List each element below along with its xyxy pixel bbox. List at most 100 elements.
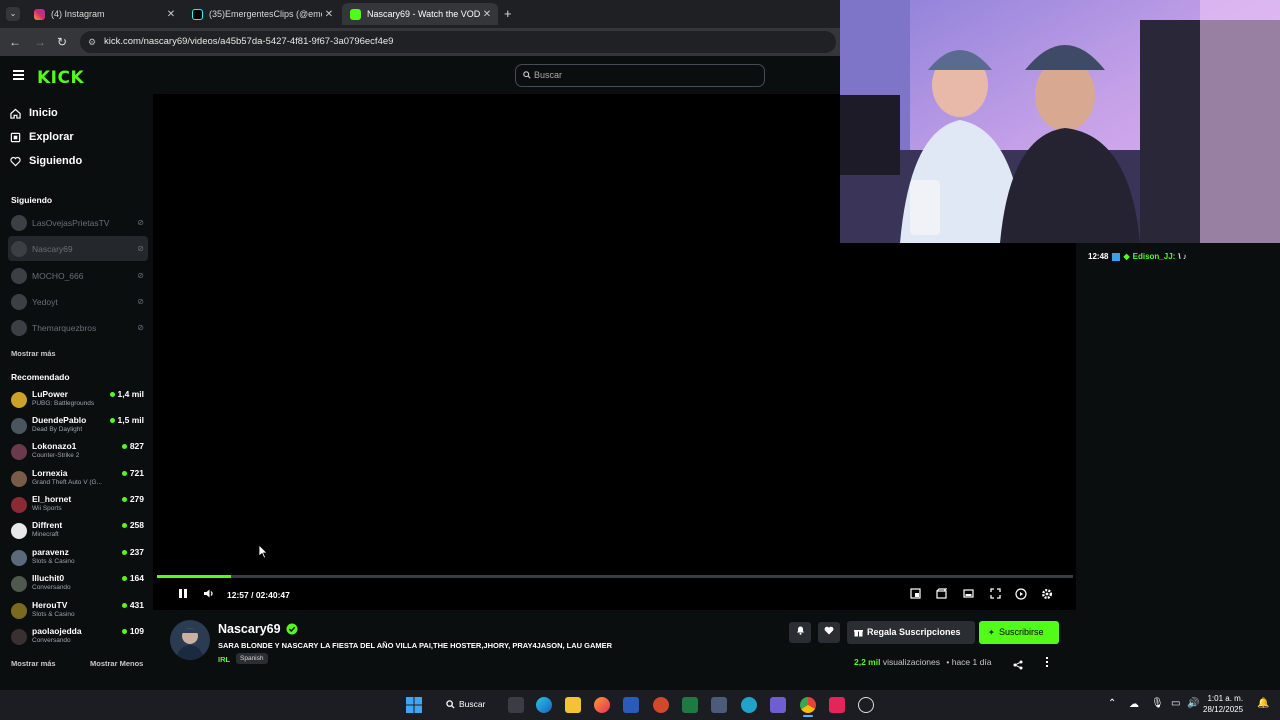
recommended-item[interactable]: paolaojedda Conversando 109 (8, 625, 148, 651)
recommended-item[interactable]: Diffrent Minecraft 258 (8, 519, 148, 545)
close-tab-icon[interactable]: ✕ (164, 9, 178, 20)
show-more-recommended-button[interactable]: Mostrar más (11, 659, 56, 668)
show-more-following-button[interactable]: Mostrar más (11, 349, 56, 358)
video-age: • hace 1 día (946, 657, 992, 667)
following-item[interactable]: Nascary69 ⊘ (8, 236, 148, 261)
viewer-count: 258 (121, 520, 144, 530)
live-dot-icon (121, 602, 127, 608)
notification-icon[interactable]: 🔔 (1257, 698, 1269, 709)
share-icon[interactable] (1013, 657, 1023, 675)
more-options-icon[interactable] (1045, 657, 1049, 667)
canva-icon[interactable] (741, 697, 757, 713)
reload-icon[interactable]: ↻ (54, 34, 70, 50)
microphone-icon[interactable]: 🎙 (1151, 698, 1164, 709)
avatar (11, 471, 27, 487)
sidebar-nav-siguiendo[interactable]: Siguiendo (10, 155, 82, 167)
following-item[interactable]: Themarquezbros ⊘ (8, 315, 148, 340)
pause-icon[interactable] (176, 588, 190, 602)
system-clock[interactable]: 1:01 a. m. 28/12/2025 (1203, 693, 1243, 715)
forward-arrow-icon[interactable]: → (32, 34, 48, 50)
browser-tab-instagram[interactable]: (4) Instagram ✕ (26, 3, 182, 25)
fullscreen-icon[interactable] (988, 588, 1002, 602)
back-arrow-icon[interactable]: ← (7, 34, 23, 50)
file-explorer-icon[interactable] (565, 697, 581, 713)
recommended-item[interactable]: DuendePablo Dead By Daylight 1,5 mil (8, 414, 148, 440)
gift-subscriptions-button[interactable]: Regala Suscripciones (847, 621, 975, 644)
site-info-icon[interactable]: ⚙ (88, 31, 96, 53)
edge-browser-icon[interactable] (536, 697, 552, 713)
mini-player-icon[interactable] (908, 588, 922, 602)
avatar (11, 629, 27, 645)
view-label: visualizaciones (882, 657, 941, 667)
menu-icon[interactable] (13, 70, 24, 80)
network-icon[interactable]: ▭ (1171, 698, 1180, 709)
show-less-recommended-button[interactable]: Mostrar Menos (90, 659, 143, 668)
recommended-item[interactable]: LuPower PUBG: Battlegrounds 1,4 mil (8, 388, 148, 414)
browser-tab-kick[interactable]: Nascary69 - Watch the VOD on ✕ (342, 3, 498, 25)
recommended-item[interactable]: HerouTV Slots & Casino 431 (8, 599, 148, 625)
recommended-item[interactable]: Illuchit0 Conversando 164 (8, 572, 148, 598)
chrome-icon[interactable] (800, 697, 816, 713)
settings-gear-icon[interactable] (1040, 588, 1054, 602)
following-item[interactable]: MOCHO_666 ⊘ (8, 263, 148, 288)
following-item[interactable]: Yedoyt ⊘ (8, 289, 148, 314)
task-view-icon[interactable] (508, 697, 524, 713)
taskbar-search[interactable]: Buscar (446, 699, 485, 709)
volume-icon[interactable] (202, 588, 216, 602)
address-bar[interactable]: ⚙ kick.com/nascary69/videos/a45b57da-542… (80, 31, 836, 53)
channel-name: Themarquezbros (32, 322, 97, 333)
stream-title: SARA BLONDE Y NASCARY LA FIESTA DEL AÑO … (218, 641, 613, 650)
sparkle-icon: ✦ (988, 628, 995, 637)
app-icon[interactable] (711, 697, 727, 713)
kick-logo[interactable]: KICK (37, 68, 84, 88)
notification-bell-button[interactable] (789, 622, 811, 643)
new-tab-icon[interactable]: + (504, 6, 512, 21)
channel-avatar[interactable] (170, 620, 210, 660)
recommended-item[interactable]: El_hornet Wii Sports 279 (8, 493, 148, 519)
video-progress-bar[interactable] (157, 575, 1073, 578)
site-header: KICK Buscar (0, 56, 840, 94)
tray-chevron-icon[interactable]: ⌃ (1108, 698, 1116, 709)
heart-icon (824, 626, 834, 635)
live-dot-icon (121, 549, 127, 555)
excel-icon[interactable] (682, 697, 698, 713)
cloud-icon[interactable]: ☁ (1129, 699, 1139, 710)
tab-list-dropdown-icon[interactable]: ⌄ (6, 7, 20, 21)
volume-icon[interactable]: 🔊 (1187, 698, 1199, 709)
follow-heart-button[interactable] (818, 622, 840, 643)
tiktok-icon[interactable] (829, 697, 845, 713)
recommended-item[interactable]: Lornexia Grand Theft Auto V (G... 721 (8, 467, 148, 493)
language-tag[interactable]: Spanish (236, 653, 268, 664)
playback-speed-icon[interactable] (1014, 588, 1028, 602)
mouse-cursor-icon (258, 544, 268, 559)
recommended-item[interactable]: paravenz Slots & Casino 237 (8, 546, 148, 572)
nav-label: Inicio (29, 107, 58, 119)
live-dot-icon (121, 443, 127, 449)
browser-tab-tiktok[interactable]: (35)EmergentesClips (@emerg ✕ (184, 3, 340, 25)
close-tab-icon[interactable]: ✕ (322, 9, 336, 20)
theater-mode-icon[interactable] (961, 588, 975, 602)
channel-name-heading[interactable]: Nascary69 (218, 622, 298, 636)
close-tab-icon[interactable]: ✕ (480, 9, 494, 20)
windows-start-icon[interactable] (406, 697, 422, 713)
video-timecode: 12:57 / 02:40:47 (227, 590, 290, 600)
offline-icon: ⊘ (137, 218, 144, 227)
channel-category: Dead By Daylight (32, 426, 83, 433)
search-input[interactable]: Buscar (515, 64, 765, 87)
gift-icon (854, 630, 863, 637)
sidebar-nav-explorar[interactable]: Explorar (10, 131, 74, 143)
webcam-image (840, 0, 1280, 243)
chatgpt-icon[interactable] (858, 697, 874, 713)
clip-icon[interactable] (934, 588, 948, 602)
chat-badge-icon: ◆ (1123, 252, 1130, 261)
recommended-item[interactable]: Lokonazo1 Counter-Strike 2 827 (8, 440, 148, 466)
sidebar-nav-inicio[interactable]: Inicio (10, 107, 58, 119)
following-item[interactable]: LasOvejasPrietasTV ⊘ (8, 210, 148, 235)
word-icon[interactable] (623, 697, 639, 713)
subscribe-button[interactable]: ✦ Suscribirse (979, 621, 1059, 644)
home-icon (10, 108, 21, 119)
gamepad-icon[interactable] (770, 697, 786, 713)
powerpoint-icon[interactable] (653, 697, 669, 713)
firefox-icon[interactable] (594, 697, 610, 713)
category-link[interactable]: IRL (218, 655, 230, 664)
